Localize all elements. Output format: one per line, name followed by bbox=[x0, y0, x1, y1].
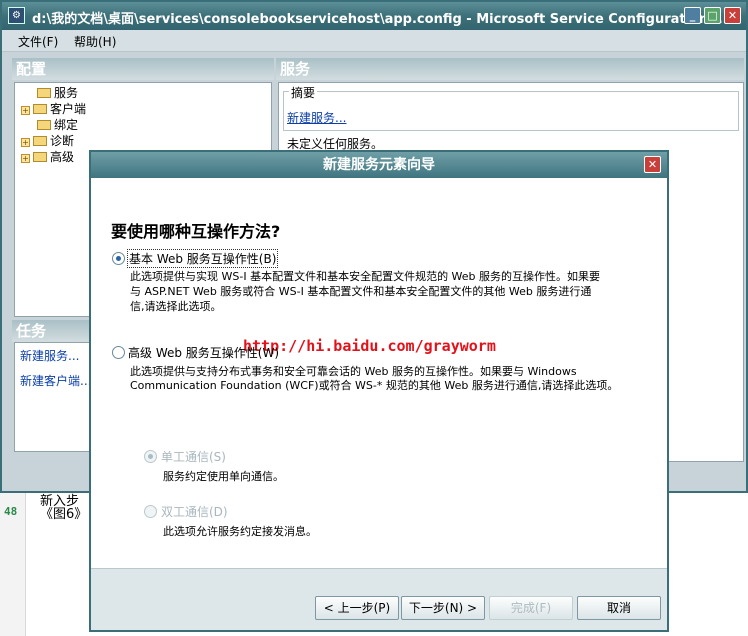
new-service-link[interactable]: 新建服务... bbox=[287, 109, 346, 126]
menu-bar: 文件(F) 帮助(H) bbox=[2, 30, 746, 52]
duplex-label[interactable]: 双工通信(D) bbox=[161, 503, 228, 520]
maximize-icon[interactable]: □ bbox=[704, 7, 721, 24]
advanced-interop-desc-1: 此选项提供与支持分布式事务和安全可靠会话的 Web 服务的互操作性。如果要与 W… bbox=[130, 365, 577, 378]
folder-icon bbox=[33, 136, 47, 146]
finish-button[interactable]: 完成(F) bbox=[489, 596, 573, 620]
close-icon[interactable]: ✕ bbox=[644, 156, 661, 173]
basic-interop-label[interactable]: 基本 Web 服务互操作性(B) bbox=[127, 249, 279, 268]
dialog-question: 要使用哪种互操作方法? bbox=[111, 222, 281, 241]
simplex-desc: 服务约定使用单向通信。 bbox=[163, 470, 284, 483]
minimize-icon[interactable]: _ bbox=[684, 7, 701, 24]
tasks-panel: 新建服务... 新建客户端... bbox=[14, 342, 92, 452]
app-icon: ⚙ bbox=[8, 7, 25, 24]
window-title: d:\我的文档\桌面\services\consolebookserviceho… bbox=[32, 12, 728, 27]
folder-icon bbox=[37, 120, 51, 130]
config-panel-header: 配置 bbox=[12, 58, 274, 80]
tasks-panel-header: 任务 bbox=[12, 320, 92, 342]
menu-help[interactable]: 帮助(H) bbox=[74, 33, 116, 50]
basic-interop-desc-1: 此选项提供与实现 WS-I 基本配置文件和基本安全配置文件规范的 Web 服务的… bbox=[130, 270, 601, 283]
expand-icon[interactable]: + bbox=[21, 154, 30, 163]
tree-item-diagnostics[interactable]: + 诊断 bbox=[21, 132, 74, 149]
advanced-interop-desc-2: Communication Foundation (WCF)或符合 WS-* 规… bbox=[130, 379, 619, 392]
services-panel-header: 服务 bbox=[276, 58, 744, 80]
basic-interop-desc-2: 与 ASP.NET Web 服务或符合 WS-I 基本配置文件和基本安全配置文件… bbox=[130, 285, 592, 298]
expand-icon[interactable]: + bbox=[21, 138, 30, 147]
dialog-body: 要使用哪种互操作方法? 基本 Web 服务互操作性(B) 此选项提供与实现 WS… bbox=[91, 178, 667, 568]
watermark-url: http://hi.baidu.com/grayworm bbox=[243, 337, 496, 355]
radio-duplex[interactable] bbox=[144, 505, 157, 518]
radio-simplex[interactable] bbox=[144, 450, 157, 463]
radio-advanced-interop[interactable] bbox=[112, 346, 125, 359]
simplex-label[interactable]: 单工通信(S) bbox=[161, 448, 226, 465]
radio-basic-interop[interactable] bbox=[112, 252, 125, 265]
advanced-interop-label[interactable]: 高级 Web 服务互操作性(W) bbox=[128, 344, 279, 361]
task-new-service-link[interactable]: 新建服务... bbox=[20, 347, 79, 364]
tree-item-services[interactable]: 服务 bbox=[37, 84, 78, 101]
dialog-title: 新建服务元素向导 bbox=[323, 157, 435, 173]
dialog-titlebar: 新建服务元素向导 ✕ bbox=[91, 152, 667, 178]
task-new-client-link[interactable]: 新建客户端... bbox=[20, 372, 91, 389]
back-button[interactable]: < 上一步(P) bbox=[315, 596, 399, 620]
menu-file[interactable]: 文件(F) bbox=[18, 33, 58, 50]
tree-item-client[interactable]: + 客户端 bbox=[21, 100, 86, 117]
next-button[interactable]: 下一步(N) > bbox=[401, 596, 485, 620]
folder-icon bbox=[33, 104, 47, 114]
expand-icon[interactable]: + bbox=[21, 106, 30, 115]
line-number: 48 bbox=[4, 505, 18, 518]
tree-item-bindings[interactable]: 绑定 bbox=[37, 116, 78, 133]
folder-icon bbox=[33, 152, 47, 162]
basic-interop-desc-3: 信,请选择此选项。 bbox=[130, 300, 222, 313]
tree-item-advanced[interactable]: + 高级 bbox=[21, 148, 74, 165]
duplex-desc: 此选项允许服务约定接发消息。 bbox=[163, 525, 317, 538]
summary-legend: 摘要 bbox=[289, 84, 318, 101]
main-titlebar: ⚙ d:\我的文档\桌面\services\consolebookservice… bbox=[2, 2, 746, 30]
summary-group bbox=[283, 91, 739, 131]
close-icon[interactable]: ✕ bbox=[724, 7, 741, 24]
editor-text: 《图6》 bbox=[40, 507, 88, 522]
new-service-wizard-dialog: 新建服务元素向导 ✕ 要使用哪种互操作方法? 基本 Web 服务互操作性(B) … bbox=[89, 150, 669, 632]
folder-open-icon bbox=[37, 88, 51, 98]
cancel-button[interactable]: 取消 bbox=[577, 596, 661, 620]
